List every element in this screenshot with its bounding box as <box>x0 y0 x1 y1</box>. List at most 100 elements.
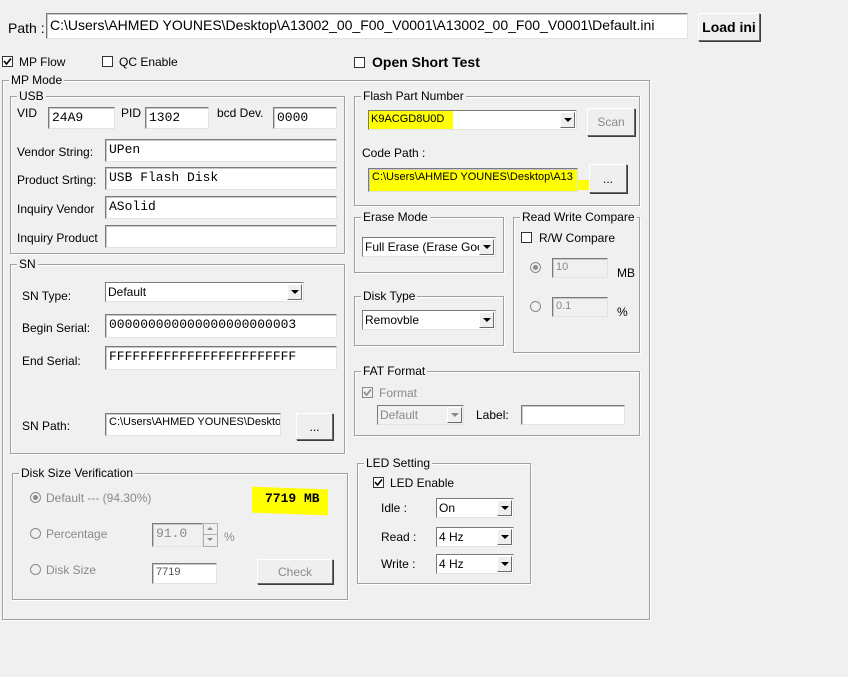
code-path-browse-button[interactable]: ... <box>589 164 627 193</box>
scan-button[interactable]: Scan <box>587 108 635 136</box>
format-select[interactable]: Default <box>377 405 464 425</box>
flash-part-title: Flash Part Number <box>361 89 466 103</box>
chevron-down-icon[interactable] <box>497 556 512 572</box>
chevron-down-icon[interactable] <box>560 112 575 128</box>
read-value: 4 Hz <box>439 530 464 544</box>
percent-sign: % <box>224 530 235 544</box>
code-path-label: Code Path : <box>362 146 426 160</box>
mb-radio[interactable] <box>530 262 541 273</box>
vid-input[interactable]: 24A9 <box>48 107 115 129</box>
disk-type-select[interactable]: Removble <box>362 310 496 330</box>
fat-format-group: FAT Format <box>354 364 640 436</box>
qc-enable-checkbox[interactable] <box>102 56 113 67</box>
write-value: 4 Hz <box>439 557 464 571</box>
inquiry-product-input[interactable] <box>105 225 337 248</box>
format-value: Default <box>380 408 419 422</box>
mp-flow-checkbox[interactable] <box>2 56 13 67</box>
code-path-input[interactable]: C:\Users\AHMED YOUNES\Desktop\A13 <box>368 168 578 192</box>
inquiry-vendor-label: Inquiry Vendor <box>17 202 95 216</box>
flash-part-select[interactable]: K9ACGD8U0D <box>368 110 577 130</box>
pid-label: PID <box>121 106 142 120</box>
product-string-label: Product Srting: <box>17 173 97 187</box>
led-enable-checkbox[interactable] <box>373 477 384 488</box>
write-label: Write : <box>381 557 416 571</box>
fat-format-title: FAT Format <box>361 364 428 378</box>
chevron-down-icon[interactable] <box>497 500 512 516</box>
flash-part-value: K9ACGD8U0D <box>371 113 445 125</box>
path-label: Path : <box>8 20 45 36</box>
led-setting-title: LED Setting <box>364 456 433 470</box>
chevron-down-icon[interactable] <box>479 312 494 328</box>
end-serial-input[interactable]: FFFFFFFFFFFFFFFFFFFFFFFF <box>105 346 337 370</box>
sn-path-label: SN Path: <box>22 419 71 433</box>
inquiry-product-label: Inquiry Product <box>17 231 98 245</box>
disk-size-radio[interactable] <box>30 564 41 575</box>
begin-serial-input[interactable]: 000000000000000000000003 <box>105 314 337 338</box>
format-checkbox[interactable] <box>362 387 373 398</box>
bcd-dev-input[interactable]: 0000 <box>273 107 337 129</box>
vid-label: VID <box>17 106 38 120</box>
usb-title: USB <box>17 89 46 103</box>
spin-up-icon[interactable] <box>204 524 217 535</box>
disk-size-title: Disk Size Verification <box>19 466 136 480</box>
percentage-spinner[interactable] <box>203 523 218 547</box>
sn-path-browse-button[interactable]: ... <box>296 413 333 440</box>
begin-serial-label: Begin Serial: <box>22 321 91 335</box>
erase-mode-select[interactable]: Full Erase (Erase Good) <box>362 237 496 257</box>
check-button[interactable]: Check <box>257 559 333 584</box>
bcd-dev-label: bcd Dev. <box>217 106 264 120</box>
sn-type-label: SN Type: <box>22 289 72 303</box>
vendor-string-input[interactable]: UPen <box>105 139 337 162</box>
volume-label-label: Label: <box>476 408 509 422</box>
read-label: Read : <box>381 530 417 544</box>
idle-select[interactable]: On <box>436 498 514 518</box>
chevron-down-icon[interactable] <box>479 239 494 255</box>
mb-input[interactable]: 10 <box>552 258 608 278</box>
percent-input[interactable]: 0.1 <box>552 297 608 317</box>
vendor-string-label: Vendor String: <box>17 145 94 159</box>
spin-down-icon[interactable] <box>204 535 217 546</box>
volume-label-input[interactable] <box>521 405 625 425</box>
sn-path-input[interactable]: C:\Users\AHMED YOUNES\Desktop <box>105 413 281 436</box>
rw-compare-checkbox[interactable] <box>521 232 532 243</box>
open-short-test-checkbox[interactable] <box>354 57 365 68</box>
checkmark-icon <box>3 57 12 66</box>
inquiry-vendor-input[interactable]: ASolid <box>105 196 337 219</box>
open-short-test-label: Open Short Test <box>372 54 480 70</box>
percent-radio[interactable] <box>530 301 541 312</box>
rw-compare-title: Read Write Compare <box>520 210 637 224</box>
pid-input[interactable]: 1302 <box>145 107 209 129</box>
rw-compare-label: R/W Compare <box>539 231 616 245</box>
idle-label: Idle : <box>381 501 408 515</box>
product-string-input[interactable]: USB Flash Disk <box>105 167 337 190</box>
disk-type-value: Removble <box>365 313 420 327</box>
sn-type-value: Default <box>108 285 147 299</box>
end-serial-label: End Serial: <box>22 354 81 368</box>
load-ini-button[interactable]: Load ini <box>698 13 760 41</box>
disk-type-title: Disk Type <box>361 289 418 303</box>
chevron-down-icon[interactable] <box>497 529 512 545</box>
read-select[interactable]: 4 Hz <box>436 527 514 547</box>
sn-title: SN <box>17 257 38 271</box>
path-input[interactable]: C:\Users\AHMED YOUNES\Desktop\A13002_00_… <box>46 13 688 39</box>
chevron-down-icon[interactable] <box>447 407 462 423</box>
chevron-down-icon[interactable] <box>287 284 302 300</box>
mp-flow-label: MP Flow <box>19 55 66 69</box>
erase-mode-title: Erase Mode <box>361 210 430 224</box>
erase-mode-value: Full Erase (Erase Good) <box>365 240 495 254</box>
mb-unit: MB <box>617 266 635 280</box>
percentage-label: Percentage <box>46 527 108 541</box>
percentage-radio[interactable] <box>30 528 41 539</box>
default-radio[interactable] <box>30 492 41 503</box>
idle-value: On <box>439 501 456 515</box>
led-enable-label: LED Enable <box>390 476 455 490</box>
write-select[interactable]: 4 Hz <box>436 554 514 574</box>
percentage-input[interactable]: 91.0 <box>152 523 203 547</box>
sn-type-select[interactable]: Default <box>105 282 304 302</box>
disk-size-display: 7719 MB <box>265 491 320 506</box>
checkmark-icon <box>374 478 383 487</box>
percent-unit: % <box>617 305 628 319</box>
default-label: Default --- (94.30%) <box>46 491 152 505</box>
qc-enable-label: QC Enable <box>119 55 178 69</box>
disk-size-input[interactable]: 7719 <box>152 563 217 584</box>
